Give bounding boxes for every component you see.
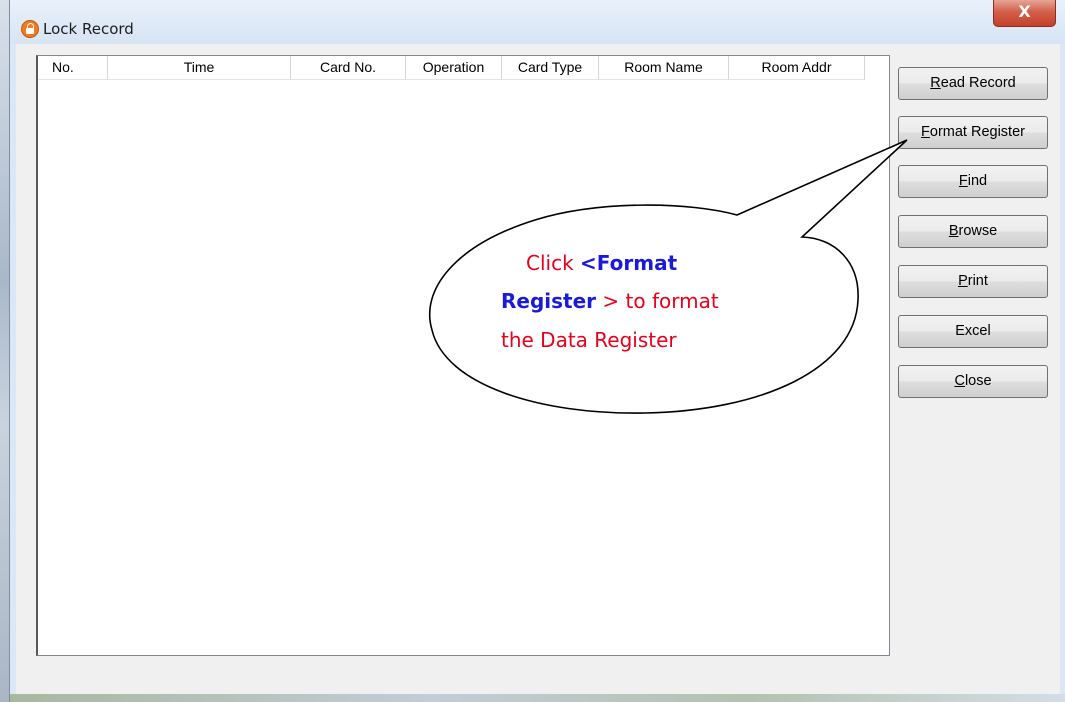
callout-line-2: Register > to format	[501, 289, 719, 313]
callout-line-1: Click <Format	[526, 251, 678, 275]
callout-line-3: the Data Register	[501, 328, 677, 352]
